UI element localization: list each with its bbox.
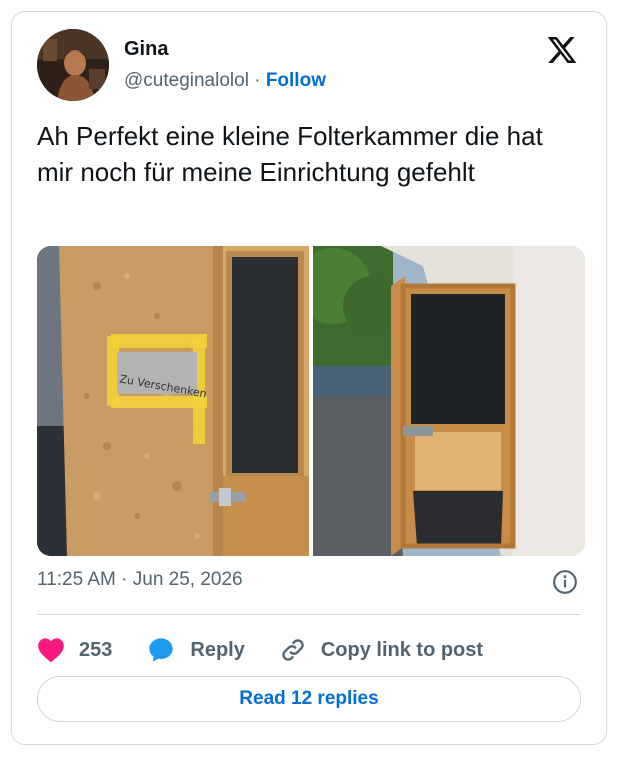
media-grid[interactable]: Zu Verschenken bbox=[37, 246, 585, 556]
copy-link-label: Copy link to post bbox=[320, 638, 484, 661]
read-replies-button[interactable]: Read 12 replies bbox=[37, 676, 581, 722]
author-name[interactable]: Gina bbox=[124, 38, 168, 61]
reply-button[interactable]: Reply bbox=[146, 636, 245, 664]
divider bbox=[37, 614, 581, 615]
tweet-text: Ah Perfekt eine kleine Folterkammer die … bbox=[37, 121, 543, 187]
like-button[interactable]: 253 bbox=[37, 637, 112, 663]
link-icon bbox=[282, 639, 304, 661]
tweet-timestamp[interactable]: 11:25 AM · Jun 25, 2026 bbox=[37, 569, 243, 591]
x-logo-icon[interactable] bbox=[546, 34, 578, 66]
heart-icon bbox=[38, 638, 64, 663]
photo-2[interactable] bbox=[313, 246, 585, 556]
avatar[interactable] bbox=[37, 29, 109, 101]
like-count: 253 bbox=[79, 638, 113, 661]
reply-label: Reply bbox=[190, 638, 245, 661]
copy-link-button[interactable]: Copy link to post bbox=[279, 636, 483, 664]
tweet-card: Gina @cuteginalolol · Follow Ah Perfekt … bbox=[11, 11, 607, 745]
follow-button[interactable]: Follow bbox=[266, 70, 326, 91]
author-handle[interactable]: @cuteginalolol bbox=[124, 70, 249, 91]
photo-door-closed bbox=[37, 246, 309, 556]
separator-dot: · bbox=[254, 70, 261, 91]
reply-bubble-icon bbox=[149, 638, 174, 662]
info-icon[interactable] bbox=[552, 569, 578, 595]
action-bar: 253 Reply Copy link to post bbox=[37, 630, 517, 670]
author-meta: @cuteginalolol · Follow bbox=[124, 70, 326, 92]
photo-door-open bbox=[313, 246, 585, 556]
photo-1[interactable]: Zu Verschenken bbox=[37, 246, 309, 556]
door-latch-icon bbox=[209, 488, 245, 506]
avatar-image bbox=[37, 29, 109, 101]
